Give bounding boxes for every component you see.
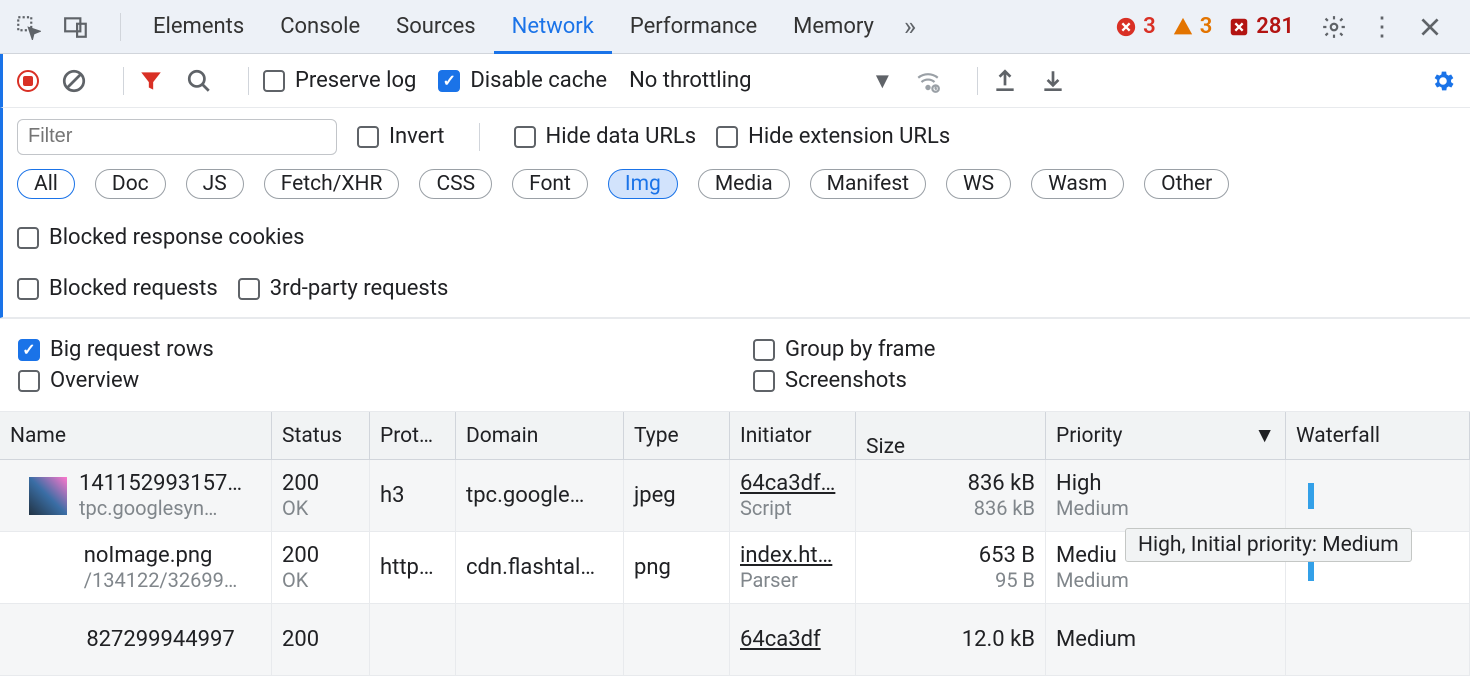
filter-type-ws[interactable]: WS xyxy=(946,169,1011,199)
device-toggle-icon[interactable] xyxy=(58,9,94,45)
settings-icon[interactable] xyxy=(1316,9,1352,45)
filter-type-js[interactable]: JS xyxy=(186,169,244,199)
panel-tabs: Elements Console Sources Network Perform… xyxy=(135,0,1107,54)
network-table-body: 141152993157…tpc.googlesyn…200OKh3tpc.go… xyxy=(0,460,1470,676)
import-har-icon[interactable] xyxy=(1040,68,1066,94)
filter-type-font[interactable]: Font xyxy=(512,169,588,199)
tab-sources[interactable]: Sources xyxy=(378,0,494,54)
col-initiator[interactable]: Initiator xyxy=(730,412,856,459)
filter-type-fetchxhr[interactable]: Fetch/XHR xyxy=(264,169,400,199)
col-priority[interactable]: Priority▼ xyxy=(1046,412,1286,459)
inspect-icon[interactable] xyxy=(10,9,46,45)
filter-type-img[interactable]: Img xyxy=(608,169,678,199)
tab-performance[interactable]: Performance xyxy=(612,0,775,54)
group-frame-checkbox[interactable]: Group by frame xyxy=(753,337,1452,362)
waterfall-bar xyxy=(1308,483,1314,509)
kebab-icon[interactable]: ⋮ xyxy=(1364,9,1400,45)
col-status[interactable]: Status xyxy=(272,412,370,459)
filter-type-other[interactable]: Other xyxy=(1144,169,1229,199)
preserve-log-checkbox[interactable]: Preserve log xyxy=(263,68,416,93)
chevron-down-icon: ▼ xyxy=(871,68,893,94)
filter-type-css[interactable]: CSS xyxy=(419,169,492,199)
sort-desc-icon: ▼ xyxy=(1254,424,1275,448)
throttling-select[interactable]: No throttling▼ xyxy=(629,68,893,94)
filter-type-media[interactable]: Media xyxy=(698,169,790,199)
third-party-checkbox[interactable]: 3rd-party requests xyxy=(238,276,449,301)
tab-memory[interactable]: Memory xyxy=(775,0,892,54)
filter-type-manifest[interactable]: Manifest xyxy=(810,169,926,199)
more-tabs-icon[interactable]: » xyxy=(892,9,928,45)
blocked-cookies-checkbox[interactable]: Blocked response cookies xyxy=(17,225,305,250)
filter-type-all[interactable]: All xyxy=(17,169,75,199)
overview-checkbox[interactable]: Overview xyxy=(18,368,717,393)
network-settings-icon[interactable] xyxy=(1430,68,1456,94)
hide-extension-urls-checkbox[interactable]: Hide extension URLs xyxy=(716,124,950,149)
export-har-icon[interactable] xyxy=(992,68,1018,94)
network-toolbar: Preserve log Disable cache No throttling… xyxy=(0,54,1470,108)
col-waterfall[interactable]: Waterfall xyxy=(1286,412,1470,459)
invert-checkbox[interactable]: Invert xyxy=(357,124,445,149)
blocked-requests-checkbox[interactable]: Blocked requests xyxy=(17,276,218,301)
search-icon[interactable] xyxy=(186,68,212,94)
close-icon[interactable] xyxy=(1412,9,1448,45)
tab-console[interactable]: Console xyxy=(262,0,378,54)
priority-tooltip: High, Initial priority: Medium xyxy=(1125,528,1412,562)
col-size[interactable]: Size xyxy=(856,412,1046,459)
network-conditions-icon[interactable] xyxy=(915,68,941,94)
devtools-topbar: Elements Console Sources Network Perform… xyxy=(0,0,1470,54)
table-row[interactable]: 141152993157…tpc.googlesyn…200OKh3tpc.go… xyxy=(0,460,1470,532)
filter-type-wasm[interactable]: Wasm xyxy=(1031,169,1124,199)
filter-section: Invert Hide data URLs Hide extension URL… xyxy=(0,108,1470,318)
col-name[interactable]: Name xyxy=(0,412,272,459)
filter-toggle-icon[interactable] xyxy=(138,68,164,94)
filter-type-doc[interactable]: Doc xyxy=(95,169,166,199)
clear-button[interactable] xyxy=(61,68,87,94)
view-options: Big request rows Overview Group by frame… xyxy=(0,318,1470,412)
big-rows-checkbox[interactable]: Big request rows xyxy=(18,337,717,362)
table-row[interactable]: 82729994499720064ca3df12.0 kBMedium xyxy=(0,604,1470,676)
status-errors[interactable]: 3 xyxy=(1115,14,1156,39)
col-protocol[interactable]: Prot… xyxy=(370,412,456,459)
tab-network[interactable]: Network xyxy=(494,0,612,54)
col-type[interactable]: Type xyxy=(624,412,730,459)
hide-data-urls-checkbox[interactable]: Hide data URLs xyxy=(514,124,697,149)
disable-cache-checkbox[interactable]: Disable cache xyxy=(438,68,607,93)
status-warnings[interactable]: 3 xyxy=(1172,14,1213,39)
tab-elements[interactable]: Elements xyxy=(135,0,262,54)
filter-input[interactable] xyxy=(17,119,337,155)
separator xyxy=(120,13,121,41)
status-issues[interactable]: 281 xyxy=(1228,14,1294,39)
network-table-header: Name Status Prot… Domain Type Initiator … xyxy=(0,412,1470,460)
resource-thumb xyxy=(29,477,67,515)
record-button[interactable] xyxy=(17,70,39,92)
col-domain[interactable]: Domain xyxy=(456,412,624,459)
screenshots-checkbox[interactable]: Screenshots xyxy=(753,368,1452,393)
